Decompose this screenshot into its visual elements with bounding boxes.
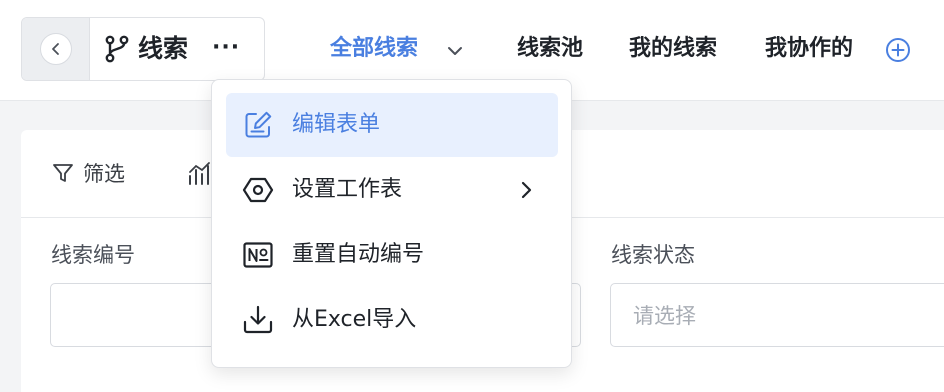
menu-item-import-excel[interactable]: 从Excel导入: [226, 288, 558, 352]
filter-icon: [53, 164, 73, 182]
menu-item-label: 设置工作表: [292, 177, 403, 202]
chevron-left-icon: [52, 43, 59, 55]
tab-collaborating[interactable]: 我协作的: [765, 32, 853, 66]
more-options-button[interactable]: ···: [212, 30, 240, 66]
app-title: 线索: [138, 34, 189, 63]
back-button[interactable]: [40, 33, 72, 65]
menu-item-worksheet-settings[interactable]: 设置工作表: [226, 158, 558, 222]
menu-item-label: 重置自动编号: [292, 242, 425, 267]
edit-form-icon: [245, 111, 272, 138]
menu-item-label: 编辑表单: [292, 112, 381, 137]
field-label-lead-number: 线索编号: [51, 243, 135, 267]
menu-item-edit-form[interactable]: 编辑表单: [226, 93, 558, 157]
add-view-icon[interactable]: [884, 36, 912, 64]
view-options-menu: 编辑表单 设置工作表 重置自动编号 从Excel导入: [211, 79, 572, 368]
menu-item-label: 从Excel导入: [292, 307, 417, 332]
tab-all-leads[interactable]: 全部线索: [330, 32, 418, 66]
branch-icon: [105, 35, 129, 63]
chevron-right-icon: [521, 181, 532, 199]
tab-my-leads[interactable]: 我的线索: [629, 32, 717, 66]
tab-lead-pool[interactable]: 线索池: [517, 32, 583, 66]
import-icon: [243, 305, 273, 334]
filter-label: 筛选: [83, 162, 125, 186]
numero-icon: [243, 242, 273, 268]
settings-hexagon-icon: [242, 177, 274, 203]
filter-button[interactable]: 筛选: [51, 158, 125, 188]
field-label-lead-status: 线索状态: [611, 243, 695, 267]
app-switcher: 线索 ···: [21, 17, 265, 81]
chevron-down-icon[interactable]: [444, 40, 466, 62]
lead-status-select[interactable]: 请选择: [610, 283, 944, 347]
menu-item-reset-numbering[interactable]: 重置自动编号: [226, 223, 558, 287]
lead-status-placeholder: 请选择: [633, 304, 696, 328]
back-area: [22, 18, 90, 80]
